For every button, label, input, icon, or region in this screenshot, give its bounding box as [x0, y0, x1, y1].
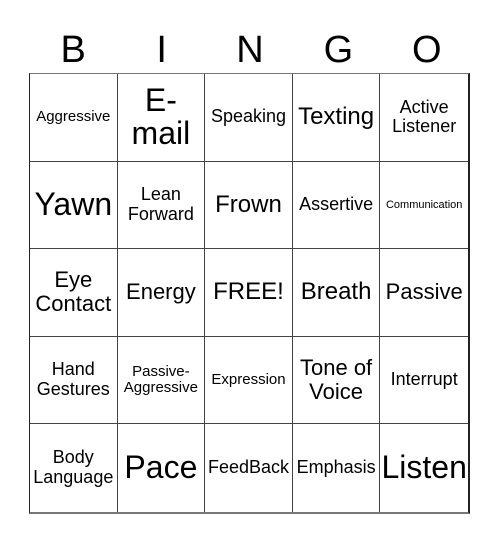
bingo-cell-label: Hand Gestures: [36, 359, 110, 400]
bingo-cell-label: Listen: [381, 449, 467, 486]
bingo-cell-label: Frown: [215, 190, 282, 218]
bingo-cell-label: Breath: [300, 278, 372, 306]
bingo-cell[interactable]: FREE!: [205, 249, 293, 337]
bingo-cell[interactable]: Interrupt: [380, 337, 468, 425]
bingo-cell[interactable]: FeedBack: [205, 424, 293, 512]
bingo-cell-label: Texting: [298, 103, 375, 131]
bingo-cell-label: Tone of Voice: [300, 354, 373, 405]
bingo-cell[interactable]: Expression: [205, 336, 293, 425]
bingo-cell-label: Communication: [385, 198, 463, 211]
bingo-cell[interactable]: Communication: [380, 162, 468, 250]
bingo-cell[interactable]: Emphasis: [293, 424, 381, 512]
bingo-cell-label: Active Listener: [392, 96, 457, 137]
bingo-cell-label: Emphasis: [296, 457, 376, 478]
bingo-cell-label: Speaking: [210, 106, 287, 127]
bingo-cell[interactable]: Speaking: [205, 74, 293, 162]
bingo-cell-label: Passive- Aggressive: [123, 362, 198, 397]
bingo-cell-label: Body Language: [33, 447, 114, 488]
header-letter-n: N: [236, 29, 264, 71]
bingo-header: B I N G O: [29, 28, 471, 73]
bingo-cell[interactable]: Breath: [292, 249, 381, 337]
bingo-cell-label: Passive: [385, 279, 463, 305]
bingo-cell[interactable]: Passive- Aggressive: [117, 336, 206, 425]
bingo-cell-label: Eye Contact: [35, 267, 112, 317]
bingo-cell[interactable]: Aggressive: [30, 74, 118, 162]
header-letter-o: O: [412, 29, 442, 71]
bingo-cell-label: Interrupt: [390, 369, 458, 390]
bingo-cell[interactable]: Lean Forward: [117, 161, 206, 250]
bingo-cell-label: Energy: [126, 279, 196, 305]
bingo-cell-label: Aggressive: [36, 108, 111, 126]
bingo-cell[interactable]: Energy: [117, 249, 206, 337]
bingo-cell[interactable]: Passive: [380, 249, 468, 337]
bingo-cell-label: Assertive: [299, 193, 374, 214]
bingo-cell[interactable]: Hand Gestures: [30, 336, 118, 425]
bingo-cell[interactable]: Assertive: [292, 161, 381, 250]
bingo-cell[interactable]: Active Listener: [380, 74, 468, 162]
bingo-cell[interactable]: Eye Contact: [30, 249, 118, 337]
bingo-cell-label: Yawn: [34, 186, 113, 223]
bingo-cell[interactable]: Listen: [380, 424, 468, 512]
bingo-cell-label: Expression: [211, 370, 286, 388]
header-letter-i: I: [156, 29, 167, 71]
bingo-cell[interactable]: Yawn: [30, 161, 118, 250]
bingo-cell[interactable]: Texting: [292, 74, 381, 162]
bingo-cell[interactable]: Body Language: [30, 424, 118, 512]
bingo-cell[interactable]: E- mail: [117, 74, 206, 162]
bingo-cell-label: FeedBack: [207, 457, 290, 478]
bingo-grid: Aggressive E- mail Speaking Texting Active L…: [29, 73, 470, 514]
bingo-cell[interactable]: Pace: [118, 424, 206, 512]
header-letter-g: G: [323, 29, 354, 71]
bingo-cell-label: Pace: [124, 449, 198, 486]
bingo-cell[interactable]: Frown: [205, 161, 293, 250]
bingo-cell-label: Lean Forward: [127, 184, 194, 224]
bingo-cell-label: E- mail: [131, 81, 191, 152]
bingo-cell[interactable]: Tone of Voice: [292, 336, 381, 425]
header-letter-b: B: [60, 29, 86, 71]
bingo-cell-label: FREE!: [213, 278, 284, 306]
